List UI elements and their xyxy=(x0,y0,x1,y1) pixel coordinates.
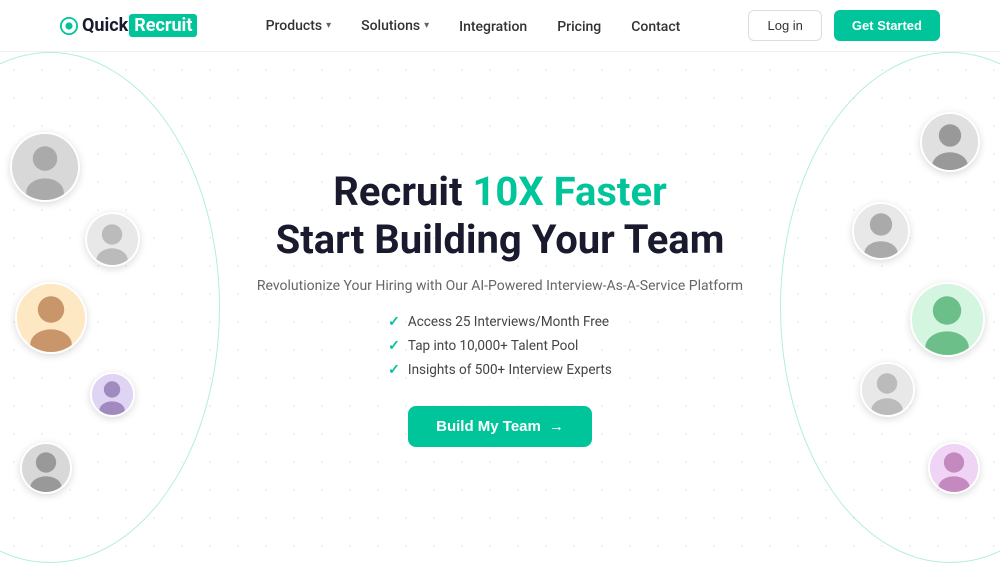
nav-link-products[interactable]: Products xyxy=(266,18,323,34)
avatar-right-3 xyxy=(910,282,985,357)
logo-icon xyxy=(60,17,78,35)
logo-recruit-text: Recruit xyxy=(129,14,197,37)
person-silhouette xyxy=(12,134,78,200)
nav-item-integration[interactable]: Integration xyxy=(459,16,527,35)
nav-link-pricing[interactable]: Pricing xyxy=(557,19,601,35)
logo-quick-text: Quick xyxy=(82,15,128,36)
nav-item-products[interactable]: Products ▾ xyxy=(266,18,332,34)
nav-link-solutions[interactable]: Solutions xyxy=(361,18,420,34)
avatar-right-1 xyxy=(920,112,980,172)
hero-title-plain: Recruit xyxy=(333,168,472,215)
nav-item-solutions[interactable]: Solutions ▾ xyxy=(361,18,429,34)
hero-title: Recruit 10X Faster Start Building Your T… xyxy=(276,168,725,264)
feature-text-3: Insights of 500+ Interview Experts xyxy=(408,362,612,378)
hero-title-line2: Start Building Your Team xyxy=(276,216,725,263)
avatar-group-right xyxy=(800,52,1000,563)
avatar-left-5 xyxy=(20,442,72,494)
nav-item-pricing[interactable]: Pricing xyxy=(557,16,601,35)
nav-link-contact[interactable]: Contact xyxy=(631,19,680,35)
cta-arrow-icon: → xyxy=(549,418,564,435)
person-silhouette xyxy=(922,114,978,170)
nav-item-contact[interactable]: Contact xyxy=(631,16,680,35)
person-silhouette xyxy=(87,214,138,265)
hero-features-list: ✓ Access 25 Interviews/Month Free ✓ Tap … xyxy=(388,314,612,378)
build-my-team-button[interactable]: Build My Team → xyxy=(408,406,592,447)
avatar-left-3 xyxy=(15,282,87,354)
person-silhouette xyxy=(92,374,133,415)
check-icon-2: ✓ xyxy=(388,338,400,354)
chevron-down-icon: ▾ xyxy=(326,20,331,31)
nav-actions: Log in Get Started xyxy=(748,10,940,41)
logo[interactable]: QuickRecruit xyxy=(60,14,197,37)
person-silhouette xyxy=(17,284,85,352)
avatar-right-2 xyxy=(852,202,910,260)
feature-item-2: ✓ Tap into 10,000+ Talent Pool xyxy=(388,338,578,354)
login-button[interactable]: Log in xyxy=(748,10,821,41)
nav-link-integration[interactable]: Integration xyxy=(459,19,527,35)
check-icon-1: ✓ xyxy=(388,314,400,330)
cta-label: Build My Team xyxy=(436,418,541,435)
person-silhouette xyxy=(912,284,983,355)
person-silhouette xyxy=(22,444,70,492)
hero-subtitle: Revolutionize Your Hiring with Our AI-Po… xyxy=(257,278,743,294)
nav-links: Products ▾ Solutions ▾ Integration Prici… xyxy=(266,16,681,35)
person-silhouette xyxy=(854,204,908,258)
avatar-left-2 xyxy=(85,212,140,267)
avatar-group-left xyxy=(0,52,200,563)
person-silhouette xyxy=(930,444,978,492)
feature-text-1: Access 25 Interviews/Month Free xyxy=(408,314,609,330)
check-icon-3: ✓ xyxy=(388,362,400,378)
avatar-right-4 xyxy=(860,362,915,417)
avatar-left-1 xyxy=(10,132,80,202)
feature-item-1: ✓ Access 25 Interviews/Month Free xyxy=(388,314,609,330)
person-silhouette xyxy=(862,364,913,415)
hero-title-highlight: 10X Faster xyxy=(472,168,666,215)
navbar: QuickRecruit Products ▾ Solutions ▾ Inte… xyxy=(0,0,1000,52)
feature-item-3: ✓ Insights of 500+ Interview Experts xyxy=(388,362,612,378)
get-started-button[interactable]: Get Started xyxy=(834,10,940,41)
feature-text-2: Tap into 10,000+ Talent Pool xyxy=(408,338,578,354)
avatar-right-5 xyxy=(928,442,980,494)
chevron-down-icon: ▾ xyxy=(424,20,429,31)
avatar-left-4 xyxy=(90,372,135,417)
